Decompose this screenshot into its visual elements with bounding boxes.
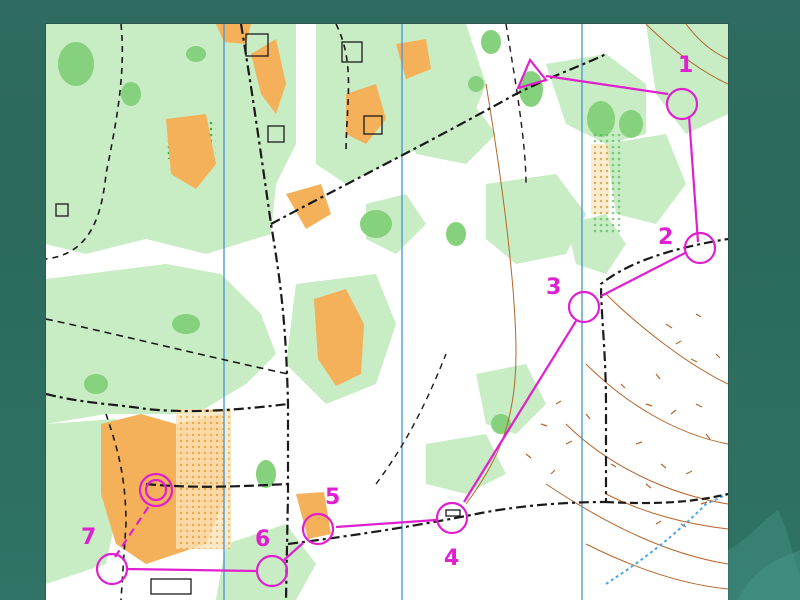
control-number-6: 6 bbox=[255, 527, 270, 552]
control-number-1: 1 bbox=[678, 53, 693, 78]
control-number-3: 3 bbox=[546, 275, 561, 300]
map-canvas: 1 2 3 4 5 6 7 bbox=[46, 24, 728, 600]
open-land-rough bbox=[176, 409, 231, 549]
orienteering-map: 1 2 3 4 5 6 7 bbox=[46, 24, 728, 600]
corner-decoration bbox=[728, 510, 800, 600]
open-land-rough-east bbox=[591, 144, 609, 214]
control-number-7: 7 bbox=[81, 525, 96, 550]
control-number-2: 2 bbox=[658, 225, 673, 250]
control-number-4: 4 bbox=[444, 546, 459, 571]
control-number-5: 5 bbox=[325, 485, 340, 510]
